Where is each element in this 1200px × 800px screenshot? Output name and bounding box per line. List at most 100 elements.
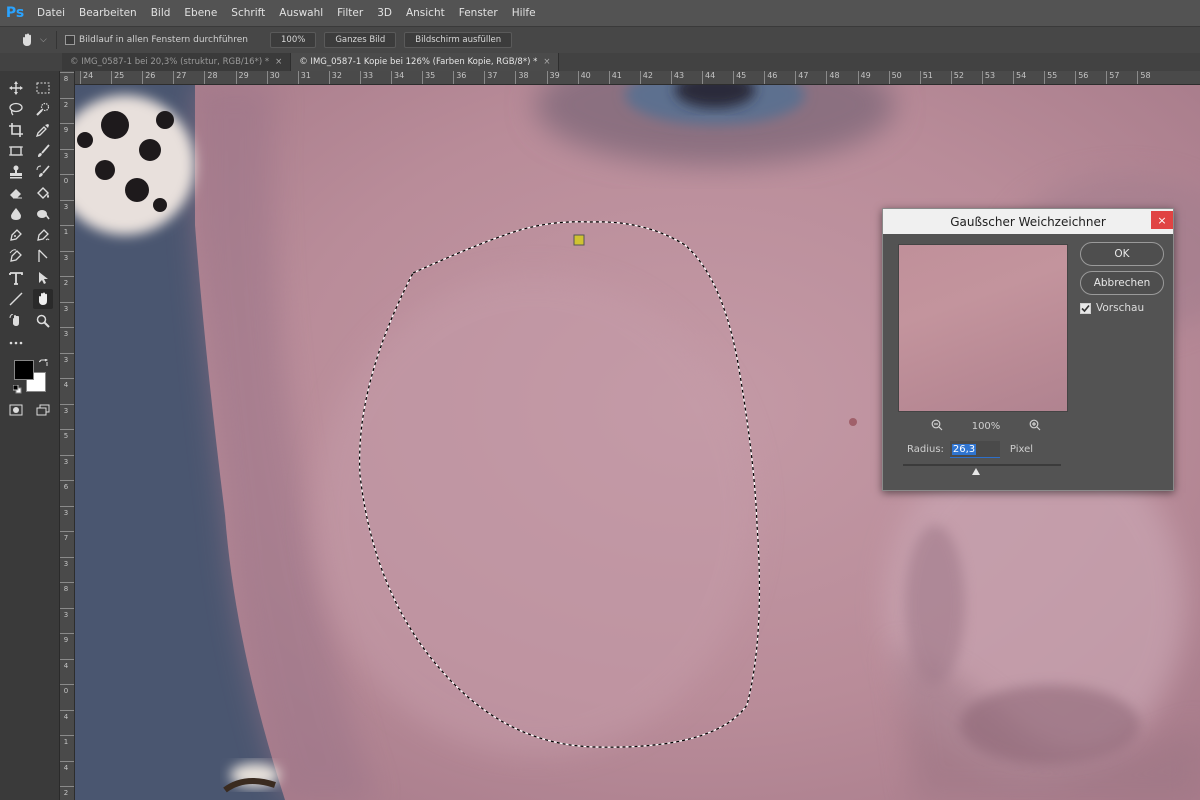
brush-icon[interactable] xyxy=(33,141,53,161)
ruler-tick-label: 53 xyxy=(981,71,996,84)
menu-bearbeiten[interactable]: Bearbeiten xyxy=(72,7,144,19)
ruler-tick-label: 35 xyxy=(422,71,436,84)
pen-icon[interactable] xyxy=(6,225,26,245)
lasso-icon[interactable] xyxy=(6,99,26,119)
history-brush-icon[interactable] xyxy=(33,162,53,182)
fit-screen-button[interactable]: Ganzes Bild xyxy=(324,32,397,48)
blur-icon[interactable] xyxy=(6,204,26,224)
ruler-tick-label: 26 xyxy=(142,71,156,84)
path-select-icon[interactable] xyxy=(33,268,53,288)
tab-label: © IMG_0587-1 bei 20,3% (struktur, RGB/16… xyxy=(70,57,270,67)
menu-fenster[interactable]: Fenster xyxy=(452,7,505,19)
ok-button[interactable]: OK xyxy=(1080,242,1164,266)
radius-input[interactable]: 26,3 xyxy=(949,441,1000,458)
menu-ebene[interactable]: Ebene xyxy=(177,7,224,19)
menu-hilfe[interactable]: Hilfe xyxy=(505,7,543,19)
vertical-ruler[interactable]: 8 2 9 3 0 3 1 3 2 3 3 3 4 3 5 3 6 3 7 3 8 3 9 4 0 4 1 4 2 xyxy=(60,71,75,800)
swap-colors-icon[interactable] xyxy=(38,358,49,371)
eyedropper-icon[interactable] xyxy=(33,120,53,140)
tab-img-0587-1[interactable]: © IMG_0587-1 bei 20,3% (struktur, RGB/16… xyxy=(62,53,292,71)
dodge-icon[interactable] xyxy=(33,204,53,224)
curvature-pen-icon[interactable] xyxy=(6,246,26,266)
default-colors-icon[interactable] xyxy=(12,384,22,397)
menu-auswahl[interactable]: Auswahl xyxy=(272,7,330,19)
ruler-tick-label: 2 xyxy=(60,276,74,287)
ruler-tick-label: 24 xyxy=(79,71,94,84)
options-bar: ⌵ Bildlauf in allen Fenstern durchführen… xyxy=(0,26,1200,53)
ruler-tick-label: 4 xyxy=(60,709,74,721)
ruler-tick-label: 31 xyxy=(297,71,311,84)
filter-preview[interactable] xyxy=(898,244,1068,412)
ruler-tick-label: 50 xyxy=(888,71,902,84)
ruler-tick-label: 52 xyxy=(950,71,964,84)
cancel-button[interactable]: Abbrechen xyxy=(1080,271,1164,295)
menu-3d[interactable]: 3D xyxy=(370,7,399,19)
ruler-tick-label: 3 xyxy=(60,556,74,568)
zoom-100-button[interactable]: 100% xyxy=(270,32,317,48)
close-tab-icon[interactable]: × xyxy=(275,57,282,67)
fill-screen-button[interactable]: Bildschirm ausfüllen xyxy=(404,32,513,48)
ruler-tick-label: 30 xyxy=(266,71,280,84)
menu-filter[interactable]: Filter xyxy=(330,7,370,19)
ruler-tick-label: 8 xyxy=(60,72,74,83)
ruler-tick-label: 2 xyxy=(60,97,74,109)
divider xyxy=(56,31,57,49)
ruler-tick-label: 3 xyxy=(60,301,74,313)
paint-bucket-icon[interactable] xyxy=(33,183,53,203)
ruler-tick-label: 55 xyxy=(1044,71,1058,84)
eraser-icon[interactable] xyxy=(6,183,26,203)
rotate-view-icon[interactable] xyxy=(6,311,26,331)
scroll-all-windows-checkbox[interactable] xyxy=(65,35,75,45)
move-icon[interactable] xyxy=(6,78,26,98)
ruler-tick-label: 7 xyxy=(60,531,74,542)
marquee-icon[interactable] xyxy=(33,78,53,98)
preview-toggle[interactable]: Vorschau xyxy=(1080,302,1144,314)
tool-preset-hand-icon[interactable] xyxy=(18,31,36,49)
crop-icon[interactable] xyxy=(6,120,26,140)
zoom-in-icon[interactable] xyxy=(1029,419,1041,434)
ruler-tick-label: 34 xyxy=(390,71,405,84)
ruler-tick-label: 38 xyxy=(515,71,529,84)
tab-img-0587-1-kopie[interactable]: © IMG_0587-1 Kopie bei 126% (Farben Kopi… xyxy=(291,53,560,71)
type-icon[interactable] xyxy=(6,268,26,288)
tab-label: © IMG_0587-1 Kopie bei 126% (Farben Kopi… xyxy=(299,57,538,67)
horizontal-ruler[interactable]: 24 25 26 27 28 29 30 31 32 33 34 35 36 37 38 39 40 41 42 43… xyxy=(75,71,1200,85)
ruler-tick-label: 43 xyxy=(670,71,685,84)
direct-select-icon[interactable] xyxy=(33,246,53,266)
line-icon[interactable] xyxy=(6,289,26,309)
dialog-titlebar[interactable]: Gaußscher Weichzeichner × xyxy=(883,209,1173,234)
zoom-icon[interactable] xyxy=(33,311,53,331)
ruler-tick-label: 3 xyxy=(60,403,74,415)
close-tab-icon[interactable]: × xyxy=(543,57,550,67)
menu-schrift[interactable]: Schrift xyxy=(224,7,272,19)
menu-ansicht[interactable]: Ansicht xyxy=(399,7,452,19)
ruler-tick-label: 48 xyxy=(826,71,840,84)
more-tools-icon[interactable] xyxy=(6,333,26,353)
zoom-out-icon[interactable] xyxy=(931,419,943,434)
preview-label: Vorschau xyxy=(1096,302,1145,314)
chevron-down-icon[interactable]: ⌵ xyxy=(40,35,50,45)
hand-icon[interactable] xyxy=(33,289,53,309)
close-icon[interactable]: × xyxy=(1151,211,1173,229)
collapse-toolbar-icon[interactable] xyxy=(0,53,62,71)
photoshop-logo[interactable]: Ps xyxy=(0,0,30,26)
ruler-tick-label: 51 xyxy=(919,71,933,84)
menu-datei[interactable]: Datei xyxy=(30,7,72,19)
slider-handle[interactable] xyxy=(971,468,980,475)
stamp-icon[interactable] xyxy=(6,162,26,182)
ruler-tick-label: 57 xyxy=(1106,71,1120,84)
radius-unit-label: Pixel xyxy=(1009,444,1034,455)
ruler-tick-label: 3 xyxy=(60,352,74,364)
screen-mode-icon[interactable] xyxy=(33,400,53,420)
frame-icon[interactable] xyxy=(6,141,26,161)
radius-row: Radius: 26,3 Pixel xyxy=(907,441,1033,458)
ruler-tick-label: 1 xyxy=(60,225,74,236)
preview-checkbox[interactable] xyxy=(1080,302,1091,314)
quick-mask-icon[interactable] xyxy=(6,400,26,420)
radius-slider[interactable] xyxy=(903,464,1061,475)
menu-bild[interactable]: Bild xyxy=(144,7,178,19)
quick-select-icon[interactable] xyxy=(33,99,53,119)
dialog-title: Gaußscher Weichzeichner xyxy=(950,214,1106,229)
foreground-color-swatch[interactable] xyxy=(14,360,34,380)
freeform-pen-icon[interactable] xyxy=(33,225,53,245)
